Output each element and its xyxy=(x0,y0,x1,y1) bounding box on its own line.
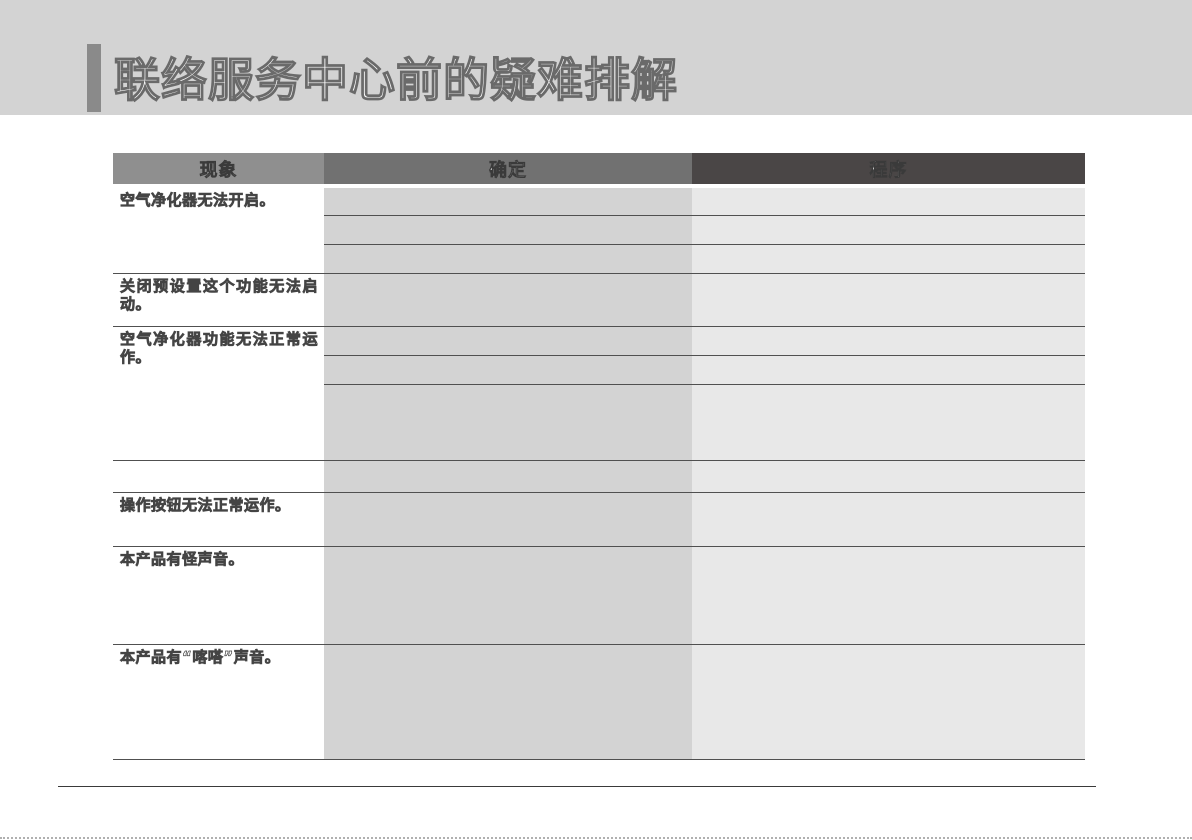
column-header-symptom: 现象 xyxy=(113,153,324,188)
check-cell xyxy=(324,186,692,216)
troubleshooting-table: 现象 确定 程序 空气净化器无法开启。 关闭预设置这个功能无法启动。 空气净化器… xyxy=(113,153,1085,760)
procedure-cell xyxy=(692,355,1085,385)
procedure-cell xyxy=(692,644,1085,760)
bottom-rule xyxy=(58,786,1096,787)
procedure-cell xyxy=(692,546,1085,645)
column-header-check: 确定 xyxy=(324,153,692,188)
procedure-cell xyxy=(692,460,1085,493)
check-cell xyxy=(324,644,692,760)
check-cell xyxy=(324,546,692,645)
check-cell xyxy=(324,460,692,493)
symptom-cell: 操作按钮无法正常运作。 xyxy=(113,492,324,547)
page-edge-dotted-line xyxy=(0,837,1192,839)
table-row: 操作按钮无法正常运作。 xyxy=(113,492,1085,547)
check-cell xyxy=(324,215,692,245)
table-row: 关闭预设置这个功能无法启动。 xyxy=(113,273,1085,327)
procedure-cell xyxy=(692,384,1085,461)
check-cell xyxy=(324,492,692,547)
title-accent-bar xyxy=(87,44,101,112)
check-cell xyxy=(324,326,692,356)
procedure-cell xyxy=(692,215,1085,245)
table-row: 空气净化器无法开启。 xyxy=(113,186,1085,274)
check-cell xyxy=(324,384,692,461)
table-header-row: 现象 确定 程序 xyxy=(113,153,1085,188)
procedure-cell xyxy=(692,326,1085,356)
column-header-procedure: 程序 xyxy=(692,153,1085,188)
page-title: 联络服务中心前的疑难排解 xyxy=(113,52,678,107)
procedure-cell xyxy=(692,492,1085,547)
check-cell xyxy=(324,273,692,327)
check-cell xyxy=(324,355,692,385)
symptom-cell: 关闭预设置这个功能无法启动。 xyxy=(113,273,324,327)
check-cell xyxy=(324,244,692,274)
procedure-cell xyxy=(692,273,1085,327)
table-row xyxy=(113,460,1085,493)
symptom-cell: 空气净化器无法开启。 xyxy=(113,186,324,274)
symptom-cell xyxy=(113,460,324,493)
table-row: 空气净化器功能无法正常运作。 xyxy=(113,326,1085,461)
procedure-cell xyxy=(692,244,1085,274)
table-row: 本产品有“喀嗒”声音。 xyxy=(113,644,1085,760)
procedure-cell xyxy=(692,186,1085,216)
symptom-cell: 本产品有怪声音。 xyxy=(113,546,324,645)
symptom-cell: 本产品有“喀嗒”声音。 xyxy=(113,644,324,760)
table-row: 本产品有怪声音。 xyxy=(113,546,1085,645)
symptom-cell: 空气净化器功能无法正常运作。 xyxy=(113,326,324,461)
